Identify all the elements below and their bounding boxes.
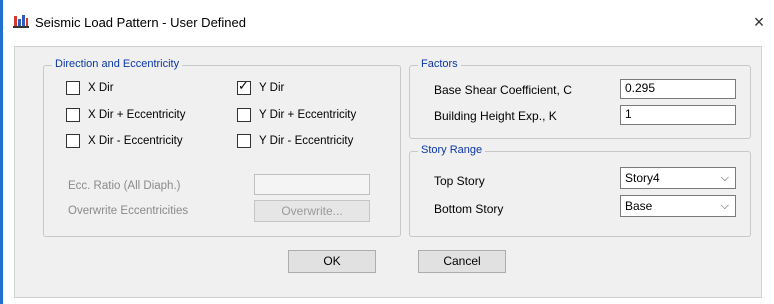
close-icon: × xyxy=(753,12,765,32)
y-dir-plus-ecc-checkbox-box[interactable] xyxy=(237,108,251,122)
overwrite-button[interactable]: Overwrite... xyxy=(254,200,370,222)
height-exp-label: Building Height Exp., K xyxy=(434,109,557,123)
overwrite-eccentricities-label: Overwrite Eccentricities xyxy=(68,205,189,217)
ecc-ratio-input[interactable] xyxy=(254,174,370,195)
chevron-down-icon: ⌵ xyxy=(720,172,729,184)
x-dir-plus-ecc-checkbox[interactable]: X Dir + Eccentricity xyxy=(66,108,185,122)
bottom-story-value: Base xyxy=(625,199,653,213)
ecc-ratio-label: Ecc. Ratio (All Diaph.) xyxy=(68,180,181,192)
close-button[interactable]: × xyxy=(744,8,774,36)
y-dir-minus-ecc-checkbox-box[interactable] xyxy=(237,134,251,148)
y-dir-checkbox-box[interactable]: ✓ xyxy=(237,78,251,95)
chevron-down-icon: ⌵ xyxy=(720,200,729,212)
window-title: Seismic Load Pattern - User Defined xyxy=(35,15,246,30)
direction-eccentricity-group: Direction and Eccentricity X Dir X Dir +… xyxy=(43,58,401,237)
story-range-group-title: Story Range xyxy=(418,144,486,156)
x-dir-minus-ecc-checkbox-box[interactable] xyxy=(66,134,80,148)
x-dir-checkbox[interactable]: X Dir xyxy=(66,81,114,95)
y-dir-minus-ecc-label: Y Dir - Eccentricity xyxy=(259,135,354,147)
x-dir-minus-ecc-checkbox[interactable]: X Dir - Eccentricity xyxy=(66,134,183,148)
y-dir-label: Y Dir xyxy=(259,82,285,94)
bottom-story-dropdown[interactable]: Base ⌵ xyxy=(620,195,736,217)
top-story-dropdown[interactable]: Story4 ⌵ xyxy=(620,167,736,189)
top-story-label: Top Story xyxy=(434,174,485,188)
factors-group-title: Factors xyxy=(418,58,461,70)
x-dir-minus-ecc-label: X Dir - Eccentricity xyxy=(88,135,183,147)
ok-button[interactable]: OK xyxy=(288,250,376,273)
title-bar[interactable]: Seismic Load Pattern - User Defined × xyxy=(3,0,774,44)
height-exp-input[interactable]: 1 xyxy=(620,105,736,125)
x-dir-checkbox-box[interactable] xyxy=(66,81,80,95)
top-story-value: Story4 xyxy=(625,171,660,185)
base-shear-label: Base Shear Coefficient, C xyxy=(434,83,572,97)
base-shear-input[interactable]: 0.295 xyxy=(620,79,736,99)
x-dir-label: X Dir xyxy=(88,82,114,94)
app-icon xyxy=(13,14,29,28)
direction-group-title: Direction and Eccentricity xyxy=(52,58,183,70)
cancel-button[interactable]: Cancel xyxy=(418,250,506,273)
window-border xyxy=(0,0,3,304)
y-dir-plus-ecc-label: Y Dir + Eccentricity xyxy=(259,109,357,121)
x-dir-plus-ecc-checkbox-box[interactable] xyxy=(66,108,80,122)
dialog-body: Direction and Eccentricity X Dir X Dir +… xyxy=(14,46,762,298)
story-range-group: Story Range Top Story Story4 ⌵ Bottom St… xyxy=(409,144,751,237)
y-dir-checkbox[interactable]: ✓ Y Dir xyxy=(237,78,285,95)
checkmark-icon: ✓ xyxy=(238,78,249,93)
factors-group: Factors Base Shear Coefficient, C 0.295 … xyxy=(409,58,751,139)
y-dir-minus-ecc-checkbox[interactable]: Y Dir - Eccentricity xyxy=(237,134,353,148)
y-dir-plus-ecc-checkbox[interactable]: Y Dir + Eccentricity xyxy=(237,108,356,122)
bottom-story-label: Bottom Story xyxy=(434,202,504,216)
x-dir-plus-ecc-label: X Dir + Eccentricity xyxy=(88,109,186,121)
